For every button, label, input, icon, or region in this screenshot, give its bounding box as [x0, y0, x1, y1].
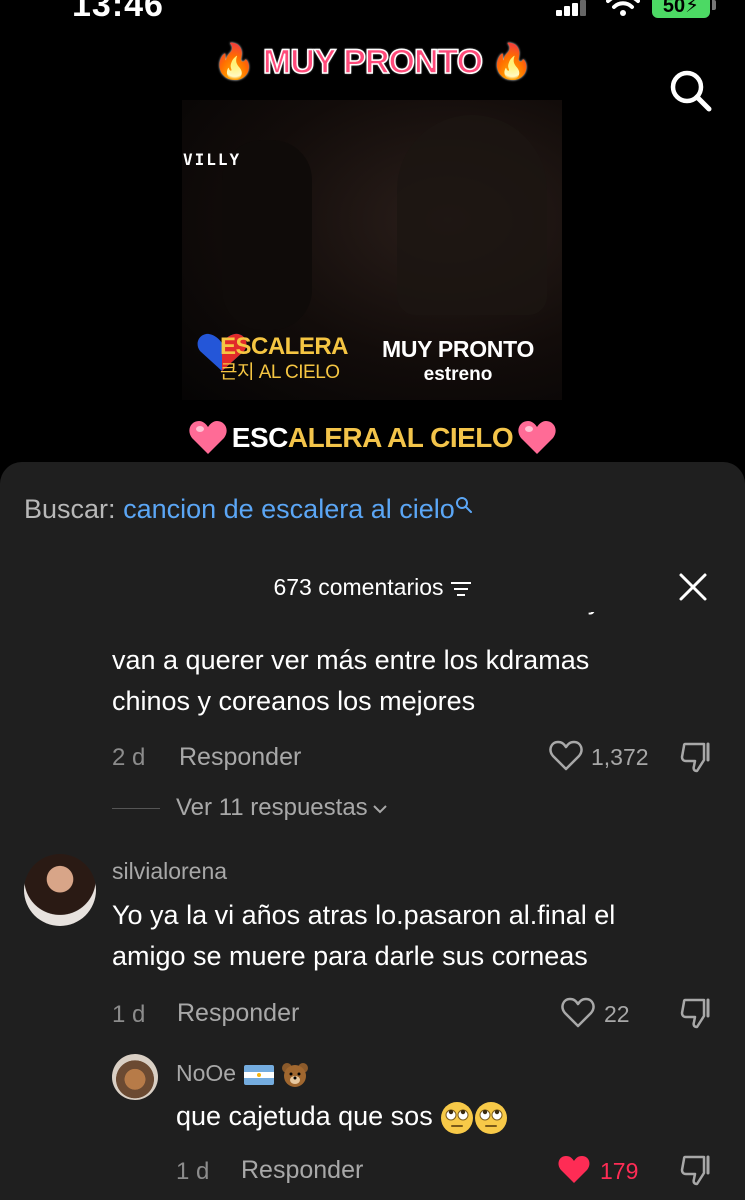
like-count: 179	[600, 1158, 639, 1184]
heart-icon[interactable]	[548, 740, 584, 772]
bottom-title-b: ALERA AL CIELO	[287, 422, 514, 453]
status-time: 13:46	[72, 0, 164, 24]
comment-username[interactable]: silvialorena	[112, 858, 227, 885]
avatar[interactable]	[24, 854, 96, 926]
comment-line: amigo se muere para darle sus corneas	[112, 941, 588, 971]
search-icon	[455, 497, 472, 513]
argentina-flag-icon	[244, 1064, 275, 1085]
comment-line: chinos y coreanos los mejores	[112, 686, 476, 716]
promo-line1: MUY PRONTO	[381, 336, 535, 362]
video-watermark: VILLY	[183, 150, 242, 169]
wifi-icon	[606, 0, 640, 16]
eye-roll-emoji-icon	[475, 1101, 508, 1134]
show-logo: ESCALERA 큰지 AL CIELO	[196, 333, 356, 383]
sort-icon[interactable]	[450, 580, 472, 598]
dislike-icon[interactable]	[680, 1153, 714, 1187]
like-count: 22	[604, 1001, 630, 1027]
search-label: Buscar:	[24, 494, 116, 524]
heart-icon[interactable]	[560, 997, 596, 1029]
comment-line: tercas años al fin van a ver esta novela…	[112, 612, 601, 620]
battery-indicator: 50⚡	[652, 0, 710, 18]
battery-level: 50	[662, 0, 686, 17]
chevron-down-icon	[372, 804, 387, 814]
pink-heart-icon	[518, 421, 556, 454]
comment-count-label: 673 comentarios	[273, 574, 444, 600]
signal-icon	[556, 0, 586, 16]
status-bar: 13:46 50⚡	[0, 0, 745, 24]
reply-text: que cajetuda que sos	[176, 1101, 433, 1131]
video-player[interactable]: 🔥 MUY PRONTO 🔥 VILLY ESCALERA 큰지 AL CIEL…	[0, 0, 745, 470]
comments-panel: Buscar: cancion de escalera al cielo 673…	[0, 462, 745, 1200]
close-icon[interactable]	[678, 572, 708, 602]
comment-age: 1 d	[176, 1158, 210, 1185]
promo-text: MUY PRONTO estreno	[378, 336, 538, 386]
search-suggestion[interactable]: Buscar: cancion de escalera al cielo	[24, 494, 473, 525]
like-count: 1,372	[591, 744, 649, 770]
comment-age: 2 d	[112, 744, 146, 771]
search-icon[interactable]	[666, 66, 714, 114]
reply-username[interactable]: NoOe	[176, 1060, 309, 1088]
comment-list[interactable]: tercas años al fin van a ver esta novela…	[0, 612, 745, 1200]
comments-header: 673 comentarios	[0, 570, 745, 610]
view-replies-label: Ver 11 respuestas	[176, 794, 368, 821]
eye-roll-emoji-icon	[441, 1101, 474, 1134]
promo-line2: estreno	[423, 364, 493, 385]
search-query-link[interactable]: cancion de escalera al cielo	[123, 494, 455, 524]
reply-button[interactable]: Responder	[177, 999, 299, 1028]
comment-text-cut: tercas años al fin van a ver esta novela…	[112, 612, 601, 620]
reply-button[interactable]: Responder	[241, 1156, 363, 1185]
reply-button[interactable]: Responder	[179, 743, 301, 772]
reply-text-line: que cajetuda que sos	[176, 1096, 508, 1137]
reply-username-text: NoOe	[176, 1060, 237, 1086]
battery-tip	[712, 0, 716, 10]
comment-age: 1 d	[112, 1001, 146, 1028]
divider	[112, 808, 160, 810]
comment-line: Yo ya la vi años atras lo.pasaron al.fin…	[112, 900, 616, 930]
dislike-icon[interactable]	[680, 996, 714, 1030]
video-bottom-title: ESCALERA AL CIELO	[0, 420, 745, 456]
bottom-title-a: ESC	[231, 422, 289, 453]
avatar[interactable]	[112, 1054, 158, 1100]
video-top-title: 🔥 MUY PRONTO 🔥	[212, 42, 533, 82]
comment-line: van a querer ver más entre los kdramas	[112, 645, 590, 675]
bear-face-icon	[281, 1062, 308, 1087]
logo-line2: 큰지 AL CIELO	[220, 362, 340, 383]
comment-count[interactable]: 673 comentarios	[0, 574, 745, 601]
heart-filled-icon[interactable]	[556, 1154, 592, 1186]
dislike-icon[interactable]	[680, 740, 714, 774]
pink-heart-icon	[189, 421, 227, 454]
view-replies-button[interactable]: Ver 11 respuestas	[112, 794, 388, 822]
